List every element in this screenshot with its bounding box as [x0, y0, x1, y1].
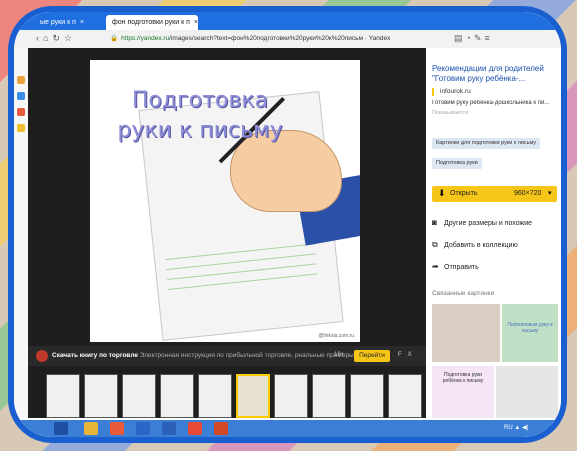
url-host: https://yandex.ru: [121, 35, 170, 42]
thumbnail-strip: [28, 370, 426, 418]
search-engine-label: Yandex: [368, 35, 391, 42]
thumbnail[interactable]: [350, 374, 384, 418]
other-sizes-action[interactable]: ◙ Другие размеры и похожие: [432, 218, 532, 227]
related-image[interactable]: [432, 304, 500, 362]
taskbar: RU ▲ ◀): [14, 420, 561, 437]
ad-age-label: 18+: [334, 352, 345, 358]
open-label: Открыть: [450, 190, 478, 197]
left-sidebar: [14, 48, 29, 418]
thumbnail[interactable]: [198, 374, 232, 418]
action-label: Добавить в коллекцию: [444, 242, 518, 249]
ad-go-button[interactable]: Перейти: [354, 350, 390, 362]
language-indicator[interactable]: RU: [504, 425, 513, 431]
ad-logo-icon: [36, 350, 48, 362]
related-image[interactable]: Подготовим руку к письму: [502, 304, 558, 362]
related-image[interactable]: [496, 366, 558, 418]
site-marker: [432, 88, 434, 96]
new-tab-button[interactable]: +: [190, 14, 196, 26]
thumbnail[interactable]: [84, 374, 118, 418]
media-player-icon[interactable]: [110, 422, 124, 435]
ad-close-icon[interactable]: X: [408, 352, 418, 358]
word-icon[interactable]: [162, 422, 176, 435]
browser-icon[interactable]: [188, 422, 202, 435]
close-icon[interactable]: ×: [80, 19, 84, 26]
system-tray[interactable]: RU ▲ ◀): [504, 424, 529, 431]
lock-icon: 🔒: [110, 35, 119, 42]
chevron-down-icon[interactable]: ▾: [548, 189, 552, 197]
sidebar-icon[interactable]: [17, 108, 25, 116]
url-path: /images/search?text=фон%20подготовки%20р…: [169, 35, 364, 42]
result-description: Готовим руку ребёнка-дошкольника к пи...: [432, 100, 550, 106]
tag-chip[interactable]: Подготовка руки: [432, 158, 482, 169]
thumbnail[interactable]: [312, 374, 346, 418]
add-collection-action[interactable]: ⧉ Добавить в коллекцию: [432, 240, 518, 250]
thumbnail[interactable]: [122, 374, 156, 418]
screen-frame: ые руки к п × фон подготовки руки к п × + …: [8, 6, 567, 443]
bookmark-icon: ⧉: [432, 240, 438, 249]
download-icon: ⬇: [438, 188, 446, 198]
url-field[interactable]: 🔒 https://yandex.ru/images/search?text=фо…: [110, 34, 390, 42]
star-icon[interactable]: ☆: [64, 33, 76, 43]
camera-icon: ◙: [432, 218, 437, 227]
share-action[interactable]: ➦ Отправить: [432, 262, 479, 271]
related-image-caption: Подготовка руки ребёнка к письму: [442, 372, 484, 384]
sidebar-icon[interactable]: [17, 76, 25, 84]
app-icon[interactable]: [136, 422, 150, 435]
powerpoint-icon[interactable]: [214, 422, 228, 435]
image-title-line2: руки к письму: [117, 118, 283, 143]
related-image[interactable]: Подготовка руки ребёнка к письму: [432, 366, 494, 418]
open-image-button[interactable]: ⬇ Открыть 960×720 ▾: [432, 186, 557, 202]
ad-description: Электронная инструкция по прибыльной тор…: [139, 352, 388, 359]
action-label: Отправить: [444, 264, 479, 271]
ad-title: Скачать книгу по торговле: [52, 352, 138, 359]
sidebar-icon[interactable]: [17, 124, 25, 132]
menu-icon[interactable]: ≡: [485, 33, 493, 43]
image-title-line1: Подготовка: [131, 88, 269, 113]
ad-controls[interactable]: FX: [398, 352, 418, 358]
ad-bar: Скачать книгу по торговле Электронная ин…: [28, 346, 426, 366]
extension-icon[interactable]: ✎: [474, 33, 485, 43]
thumbnail[interactable]: [274, 374, 308, 418]
thumbnail-selected[interactable]: [236, 374, 270, 418]
history-icon[interactable]: ◔: [466, 33, 474, 43]
bookmark-icon[interactable]: ▤: [454, 33, 466, 43]
show-more-label: Показывается: [432, 110, 468, 116]
main-image[interactable]: Подготовка руки к письму @linksia.com.ru: [90, 60, 360, 342]
browser-window: ые руки к п × фон подготовки руки к п × + …: [14, 12, 561, 437]
image-watermark: @linksia.com.ru: [318, 333, 354, 339]
tab-2-active[interactable]: фон подготовки руки к п ×: [106, 15, 198, 30]
tag-chip[interactable]: Картинки для подготовки руки к письму: [432, 138, 541, 149]
related-images-heading: Связанные картинки: [432, 290, 495, 297]
tab-1[interactable]: ые руки к п ×: [34, 15, 116, 30]
sidebar-icon[interactable]: [17, 92, 25, 100]
ad-flag-icon[interactable]: F: [398, 352, 408, 358]
toolbar-icons[interactable]: ▤◔✎≡: [454, 33, 493, 44]
start-icon[interactable]: [54, 422, 68, 435]
tab-1-label: ые руки к п: [40, 19, 76, 26]
result-site-link[interactable]: infourok.ru: [440, 88, 471, 95]
share-icon: ➦: [432, 262, 439, 271]
tab-2-label: фон подготовки руки к п: [112, 19, 190, 26]
action-label: Другие размеры и похожие: [444, 220, 533, 227]
result-title-link[interactable]: Рекомендации для родителей "Готовим руку…: [432, 64, 557, 84]
thumbnail[interactable]: [46, 374, 80, 418]
back-icon[interactable]: ‹: [36, 33, 43, 43]
info-panel: Рекомендации для родителей "Готовим руку…: [426, 48, 561, 418]
thumbnail[interactable]: [160, 374, 194, 418]
refresh-icon[interactable]: ↻: [52, 33, 64, 43]
related-image-caption: Подготовим руку к письму: [507, 322, 553, 334]
image-viewer: Подготовка руки к письму @linksia.com.ru…: [28, 48, 426, 418]
nav-icons[interactable]: ‹⌂↻☆: [36, 33, 76, 44]
thumbnail[interactable]: [388, 374, 422, 418]
folder-icon[interactable]: [84, 422, 98, 435]
image-size-select[interactable]: 960×720: [514, 190, 541, 197]
address-bar: ‹⌂↻☆ 🔒 https://yandex.ru/images/search?te…: [14, 30, 561, 49]
tab-bar: ые руки к п × фон подготовки руки к п × +: [14, 12, 561, 30]
